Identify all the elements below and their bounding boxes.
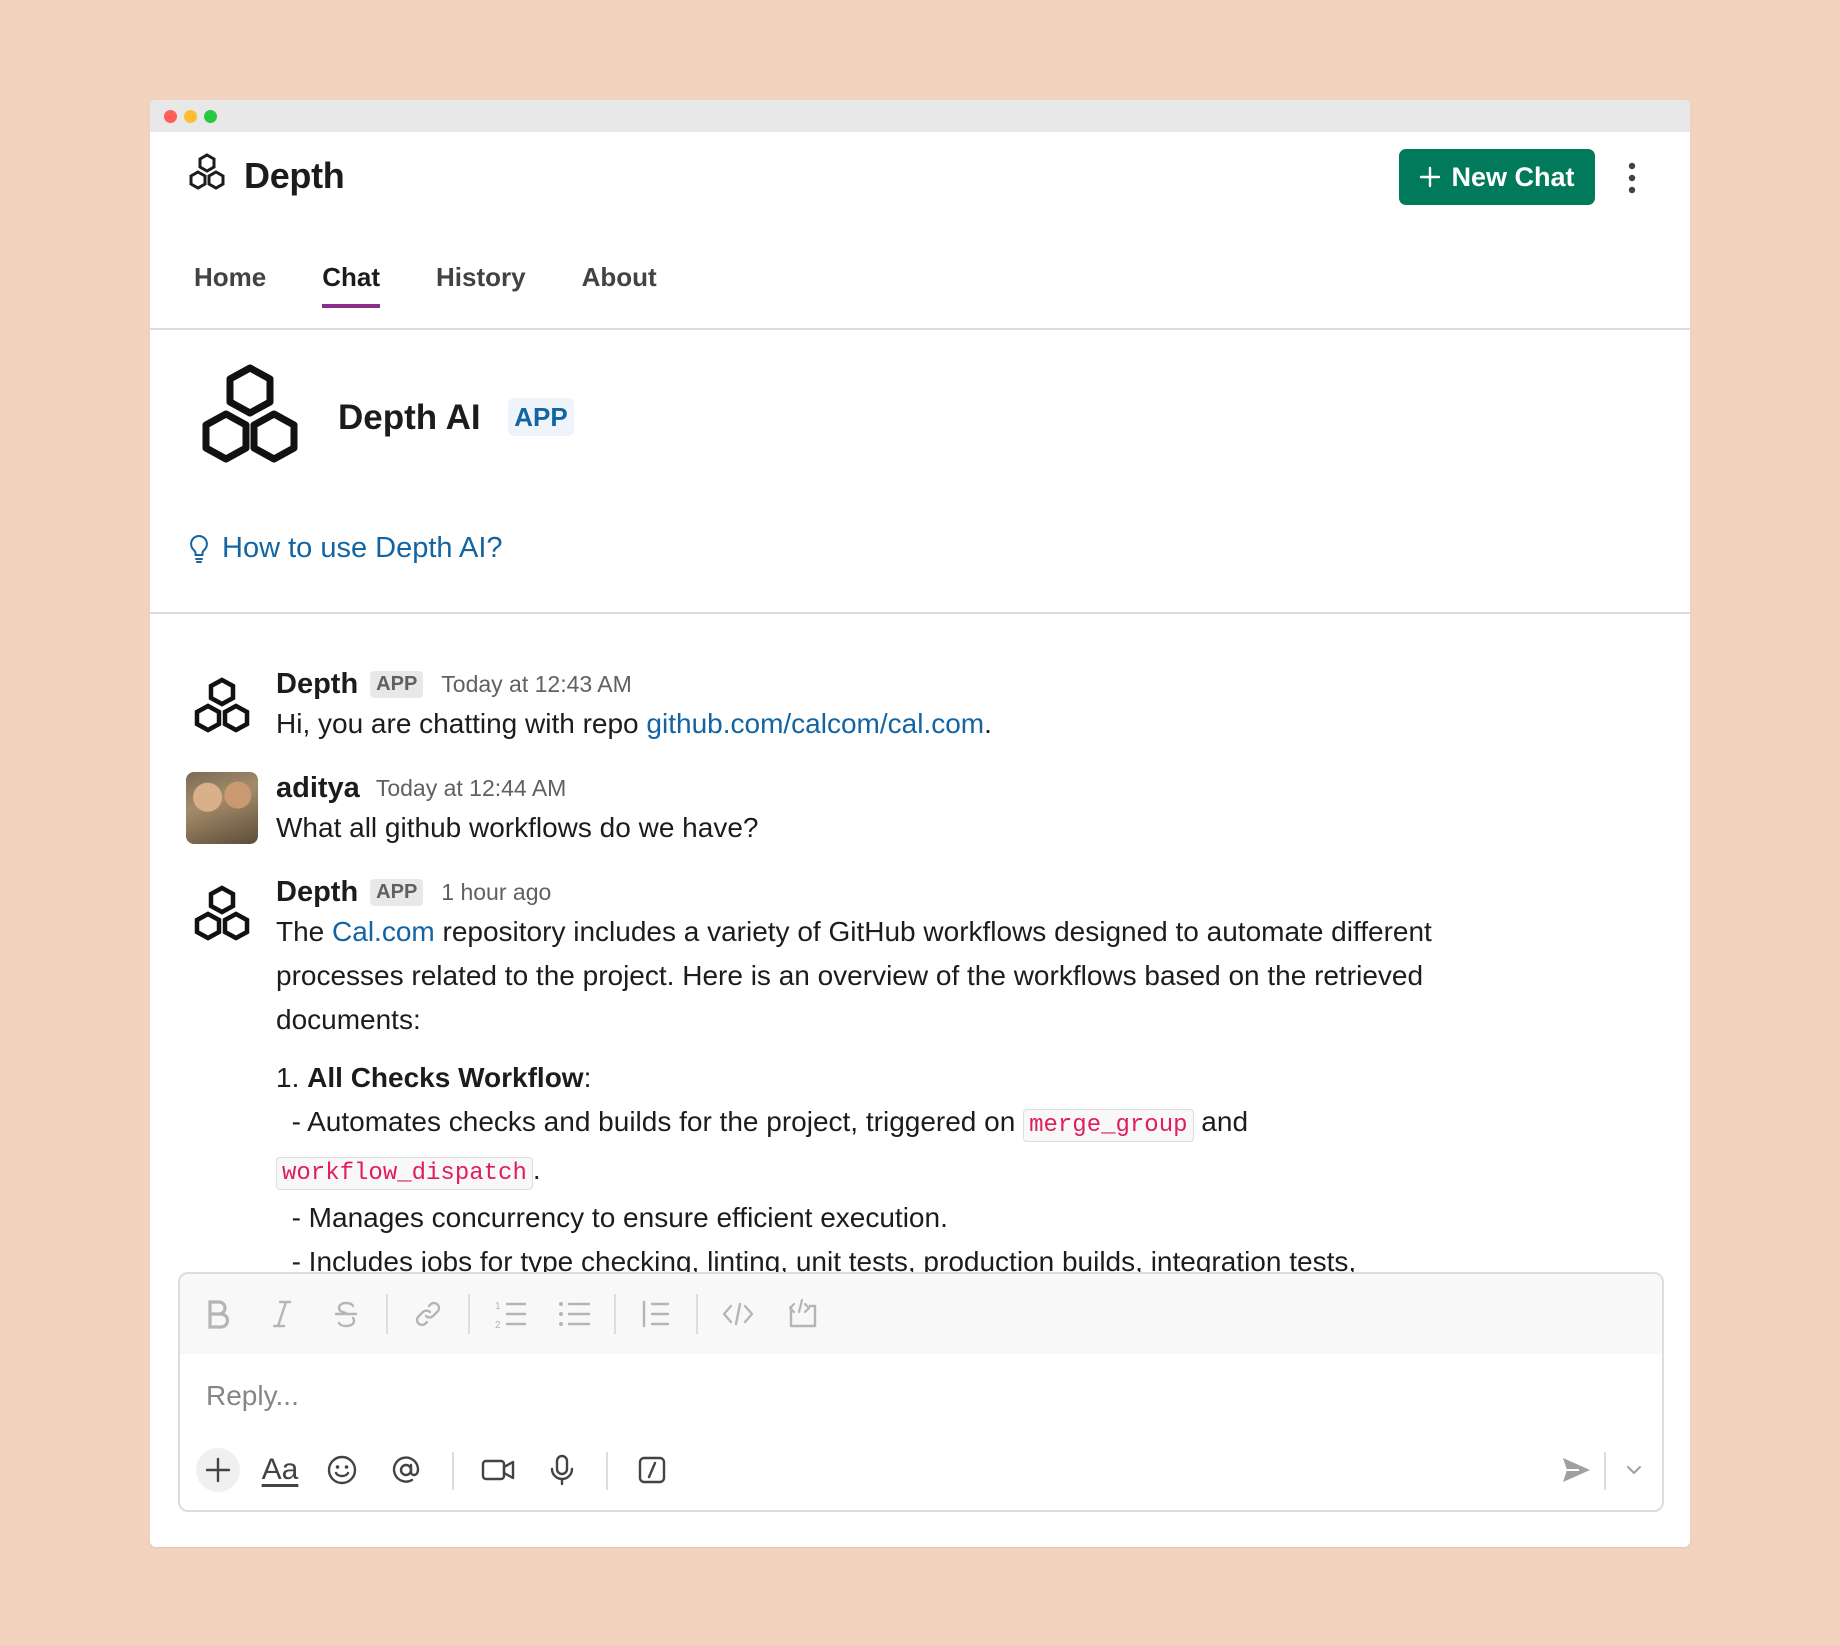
- list-number: 1.: [276, 1062, 308, 1093]
- tab-home[interactable]: Home: [194, 250, 266, 308]
- message-timestamp[interactable]: 1 hour ago: [441, 879, 551, 906]
- slash-command-icon[interactable]: [630, 1448, 674, 1492]
- message-text: - Automates checks and builds for the pr…: [276, 1106, 1024, 1137]
- message-composer: 12 Aa: [178, 1272, 1664, 1512]
- blockquote-icon[interactable]: [638, 1296, 674, 1332]
- list-bullet: - Manages concurrency to ensure efficien…: [276, 1202, 948, 1233]
- bulleted-list-icon[interactable]: [556, 1296, 592, 1332]
- message-timestamp[interactable]: Today at 12:43 AM: [441, 671, 632, 698]
- italic-icon[interactable]: [264, 1296, 300, 1332]
- inline-code: workflow_dispatch: [276, 1157, 533, 1190]
- new-chat-button[interactable]: New Chat: [1399, 149, 1595, 205]
- bold-icon[interactable]: [200, 1296, 236, 1332]
- tab-about[interactable]: About: [582, 250, 657, 308]
- message-timestamp[interactable]: Today at 12:44 AM: [376, 775, 567, 802]
- author-name[interactable]: aditya: [276, 772, 360, 805]
- toolbar-divider: [386, 1294, 388, 1334]
- user-avatar[interactable]: [186, 772, 258, 844]
- repo-link[interactable]: github.com/calcom/cal.com: [646, 708, 984, 739]
- how-to-use-label: How to use Depth AI?: [222, 532, 503, 564]
- depth-avatar-icon[interactable]: [186, 876, 258, 948]
- video-icon[interactable]: [476, 1448, 520, 1492]
- list-bullet: - Automates checks and builds for the pr…: [276, 1100, 1451, 1148]
- svg-text:2: 2: [495, 1320, 501, 1330]
- app-header: Depth New Chat Home Chat History About: [150, 132, 1690, 330]
- message-text: Hi, you are chatting with repo: [276, 708, 647, 739]
- message-header: Depth APP Today at 12:43 AM: [276, 668, 632, 701]
- app-badge: APP: [370, 671, 424, 698]
- text-format-icon[interactable]: Aa: [258, 1448, 302, 1492]
- message-text: :: [583, 1062, 592, 1093]
- author-name[interactable]: Depth: [276, 876, 358, 909]
- depth-logo-icon: [186, 152, 228, 199]
- message-body: Hi, you are chatting with repo github.co…: [276, 702, 1451, 746]
- message-header: aditya Today at 12:44 AM: [276, 772, 566, 805]
- plus-icon: [1420, 166, 1441, 188]
- list-item: 1. All Checks Workflow:: [276, 1056, 1451, 1100]
- svg-text:1: 1: [495, 1301, 501, 1312]
- strikethrough-icon[interactable]: [328, 1296, 364, 1332]
- tab-history[interactable]: History: [436, 250, 526, 308]
- message-text: The: [276, 916, 333, 947]
- app-window: Depth New Chat Home Chat History About D…: [150, 100, 1690, 1547]
- toolbar-divider: [614, 1294, 616, 1334]
- message-header: Depth APP 1 hour ago: [276, 876, 551, 909]
- zoom-window-button[interactable]: [204, 110, 217, 123]
- message-text: repository includes a variety of GitHub …: [276, 916, 1432, 1035]
- more-options-icon[interactable]: [1620, 158, 1644, 198]
- app-title: Depth: [244, 154, 345, 196]
- link-icon[interactable]: [410, 1296, 446, 1332]
- send-icon[interactable]: [1554, 1448, 1598, 1492]
- toolbar-divider: [696, 1294, 698, 1334]
- list-item-title: All Checks Workflow: [307, 1062, 584, 1093]
- message-body: The Cal.com repository includes a variet…: [276, 910, 1451, 1284]
- depth-avatar-icon[interactable]: [186, 668, 258, 740]
- toolbar-divider: [468, 1294, 470, 1334]
- depth-ai-logo-icon: [194, 362, 306, 479]
- brand: Depth: [186, 152, 345, 199]
- author-name[interactable]: Depth: [276, 668, 358, 701]
- attach-plus-button[interactable]: [196, 1448, 240, 1492]
- app-badge: APP: [508, 398, 574, 436]
- message-list: Depth APP Today at 12:43 AM Hi, you are …: [150, 630, 1690, 1300]
- message-body: What all github workflows do we have?: [276, 812, 759, 843]
- message-text: .: [532, 1154, 541, 1185]
- bot-intro: Depth AI APP How to use Depth AI?: [150, 330, 1690, 614]
- window-titlebar: [150, 100, 1690, 132]
- message-paragraph: The Cal.com repository includes a variet…: [276, 910, 1451, 1042]
- tab-chat[interactable]: Chat: [322, 250, 381, 308]
- how-to-use-link[interactable]: How to use Depth AI?: [188, 532, 503, 565]
- code-block-icon[interactable]: [784, 1296, 820, 1332]
- list-bullet: workflow_dispatch.: [276, 1148, 1451, 1196]
- plus-icon: [205, 1457, 231, 1483]
- chevron-down-icon[interactable]: [1612, 1448, 1656, 1492]
- new-chat-label: New Chat: [1451, 161, 1575, 192]
- app-badge: APP: [370, 879, 424, 906]
- toolbar-divider: [452, 1452, 454, 1490]
- microphone-icon[interactable]: [540, 1448, 584, 1492]
- numbered-list-icon[interactable]: 12: [492, 1296, 528, 1332]
- toolbar-divider: [1604, 1452, 1606, 1490]
- emoji-icon[interactable]: [320, 1448, 364, 1492]
- cal-com-link[interactable]: Cal.com: [332, 916, 435, 947]
- message-text: .: [984, 708, 992, 739]
- formatting-toolbar: 12: [180, 1274, 1662, 1354]
- mention-icon[interactable]: [384, 1448, 428, 1492]
- reply-input[interactable]: [204, 1370, 1608, 1422]
- close-window-button[interactable]: [164, 110, 177, 123]
- bot-name: Depth AI: [338, 398, 481, 437]
- inline-code: merge_group: [1023, 1109, 1194, 1142]
- toolbar-divider: [606, 1452, 608, 1490]
- code-icon[interactable]: [720, 1296, 756, 1332]
- minimize-window-button[interactable]: [184, 110, 197, 123]
- lightbulb-icon: [190, 534, 208, 563]
- message-text: and: [1193, 1106, 1249, 1137]
- tab-bar: Home Chat History About: [194, 250, 713, 308]
